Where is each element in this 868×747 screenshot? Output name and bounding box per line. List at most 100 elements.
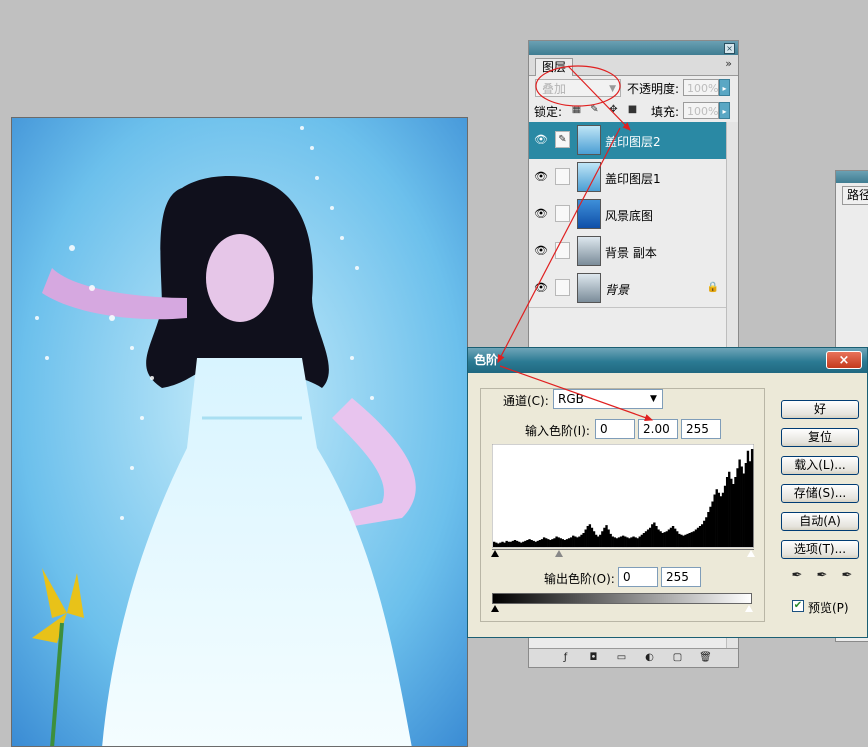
histogram-bar bbox=[744, 463, 748, 547]
histogram-bar bbox=[688, 533, 691, 547]
histogram-bar bbox=[734, 477, 737, 547]
eye-icon[interactable]: 👁 bbox=[533, 134, 549, 146]
trash-icon[interactable]: 🗑 bbox=[699, 651, 712, 664]
black-eyedropper-icon[interactable]: ✒ bbox=[788, 567, 806, 585]
adjustment-layer-icon[interactable]: ◐ bbox=[643, 651, 656, 664]
histogram-bar bbox=[671, 526, 675, 547]
output-black-field[interactable]: 0 bbox=[618, 567, 658, 587]
paths-panel-titlebar[interactable] bbox=[836, 171, 868, 183]
layer-row[interactable]: 👁 盖印图层1 bbox=[529, 159, 727, 197]
histogram-bar bbox=[578, 536, 581, 547]
eye-icon[interactable]: 👁 bbox=[533, 208, 549, 220]
document-canvas[interactable] bbox=[11, 117, 468, 747]
eye-icon[interactable]: 👁 bbox=[533, 245, 549, 257]
ok-button[interactable]: 好 bbox=[781, 400, 859, 419]
new-layer-icon[interactable]: ▢ bbox=[671, 651, 684, 664]
histogram-bar bbox=[717, 492, 721, 547]
link-box[interactable] bbox=[555, 168, 570, 185]
input-white-field[interactable]: 255 bbox=[681, 419, 721, 439]
load-button[interactable]: 载入(L)... bbox=[781, 456, 859, 475]
histogram-bar bbox=[532, 540, 535, 548]
close-icon[interactable]: × bbox=[724, 43, 735, 54]
brush-icon[interactable]: ✎ bbox=[555, 131, 570, 148]
input-white-slider[interactable] bbox=[747, 550, 755, 557]
histogram-bar bbox=[663, 532, 666, 547]
layer-row[interactable]: 👁 背景 🔒 bbox=[529, 270, 727, 308]
histogram-bar bbox=[740, 466, 743, 547]
histogram-bar bbox=[599, 534, 602, 547]
chevron-down-icon: ▼ bbox=[650, 394, 657, 404]
input-slider-track[interactable] bbox=[492, 549, 754, 550]
histogram-bar bbox=[730, 478, 733, 547]
reset-button[interactable]: 复位 bbox=[781, 428, 859, 447]
histogram-bar bbox=[655, 526, 658, 547]
move-icon[interactable]: ✥ bbox=[608, 104, 619, 115]
histogram-bar bbox=[686, 533, 689, 548]
chevron-down-icon: ▼ bbox=[609, 84, 616, 94]
channel-select[interactable]: RGB ▼ bbox=[553, 389, 663, 409]
panel-menu-icon[interactable]: » bbox=[725, 57, 732, 70]
input-black-field[interactable]: 0 bbox=[595, 419, 635, 439]
histogram-bar bbox=[530, 540, 533, 547]
histogram-bar bbox=[738, 459, 741, 547]
layer-row[interactable]: 👁 背景 副本 bbox=[529, 233, 727, 271]
opacity-slider-button[interactable]: ▸ bbox=[719, 79, 730, 96]
link-box[interactable] bbox=[555, 279, 570, 296]
layer-style-icon[interactable]: ƒ bbox=[559, 651, 572, 664]
lock-transparency-icon[interactable]: ▦ bbox=[571, 104, 582, 115]
folder-icon[interactable]: ▭ bbox=[615, 651, 628, 664]
brush-icon[interactable]: ✎ bbox=[589, 104, 600, 115]
levels-dialog-titlebar[interactable]: 色阶 × bbox=[468, 348, 867, 373]
close-button[interactable]: × bbox=[826, 351, 862, 369]
lock-icon[interactable]: ■ bbox=[627, 104, 638, 115]
save-button[interactable]: 存储(S)... bbox=[781, 484, 859, 503]
histogram-bar bbox=[728, 471, 731, 547]
options-button[interactable]: 选项(T)... bbox=[781, 540, 859, 559]
fill-input[interactable]: 100% bbox=[683, 102, 719, 119]
histogram-bar bbox=[592, 531, 596, 547]
histogram-bar bbox=[649, 527, 652, 547]
histogram-bar bbox=[594, 534, 598, 547]
layer-row[interactable]: 👁 风景底图 bbox=[529, 196, 727, 234]
histogram-bar bbox=[615, 538, 619, 547]
eye-icon[interactable]: 👁 bbox=[533, 282, 549, 294]
histogram-bar bbox=[698, 526, 702, 547]
histogram-bar bbox=[586, 526, 589, 547]
layer-name: 盖印图层2 bbox=[605, 135, 661, 149]
histogram-bar bbox=[742, 473, 745, 547]
opacity-input[interactable]: 100% bbox=[683, 79, 719, 96]
histogram-bar bbox=[624, 536, 627, 547]
layer-mask-icon[interactable]: ◘ bbox=[587, 651, 600, 664]
blend-mode-select[interactable]: 叠加 ▼ bbox=[535, 79, 621, 97]
gray-eyedropper-icon[interactable]: ✒ bbox=[813, 567, 831, 585]
histogram-bar bbox=[684, 534, 687, 547]
layers-panel-tabrow: 图层 » bbox=[529, 55, 738, 76]
input-black-slider[interactable] bbox=[491, 550, 499, 557]
output-white-field[interactable]: 255 bbox=[661, 567, 701, 587]
eye-icon[interactable]: 👁 bbox=[533, 171, 549, 183]
fill-slider-button[interactable]: ▸ bbox=[719, 102, 730, 119]
auto-button[interactable]: 自动(A) bbox=[781, 512, 859, 531]
white-eyedropper-icon[interactable]: ✒ bbox=[838, 567, 856, 585]
histogram-bar bbox=[505, 540, 508, 548]
link-box[interactable] bbox=[555, 242, 570, 259]
tab-layers[interactable]: 图层 bbox=[535, 58, 574, 76]
link-box[interactable] bbox=[555, 205, 570, 222]
preview-checkbox[interactable]: ✔ bbox=[792, 600, 804, 612]
input-levels-label: 输入色阶(I): bbox=[525, 424, 590, 438]
output-white-slider[interactable] bbox=[745, 605, 753, 612]
histogram-bar bbox=[520, 542, 523, 548]
histogram-bar bbox=[750, 449, 754, 547]
input-gamma-slider[interactable] bbox=[555, 550, 563, 557]
dialog-title: 色阶 bbox=[474, 353, 499, 367]
histogram-bar bbox=[507, 541, 510, 547]
layers-panel-footer: ƒ ◘ ▭ ◐ ▢ 🗑 bbox=[529, 648, 738, 667]
histogram-bar bbox=[565, 539, 569, 548]
layers-panel-titlebar[interactable]: × bbox=[529, 41, 738, 55]
tab-paths[interactable]: 路径 bbox=[842, 186, 868, 205]
output-black-slider[interactable] bbox=[491, 605, 499, 612]
histogram-bar bbox=[555, 536, 558, 547]
layer-row[interactable]: 👁 ✎ 盖印图层2 bbox=[529, 122, 727, 160]
lock-icon: 🔒 bbox=[706, 282, 719, 293]
input-gamma-field[interactable]: 2.00 bbox=[638, 419, 678, 439]
